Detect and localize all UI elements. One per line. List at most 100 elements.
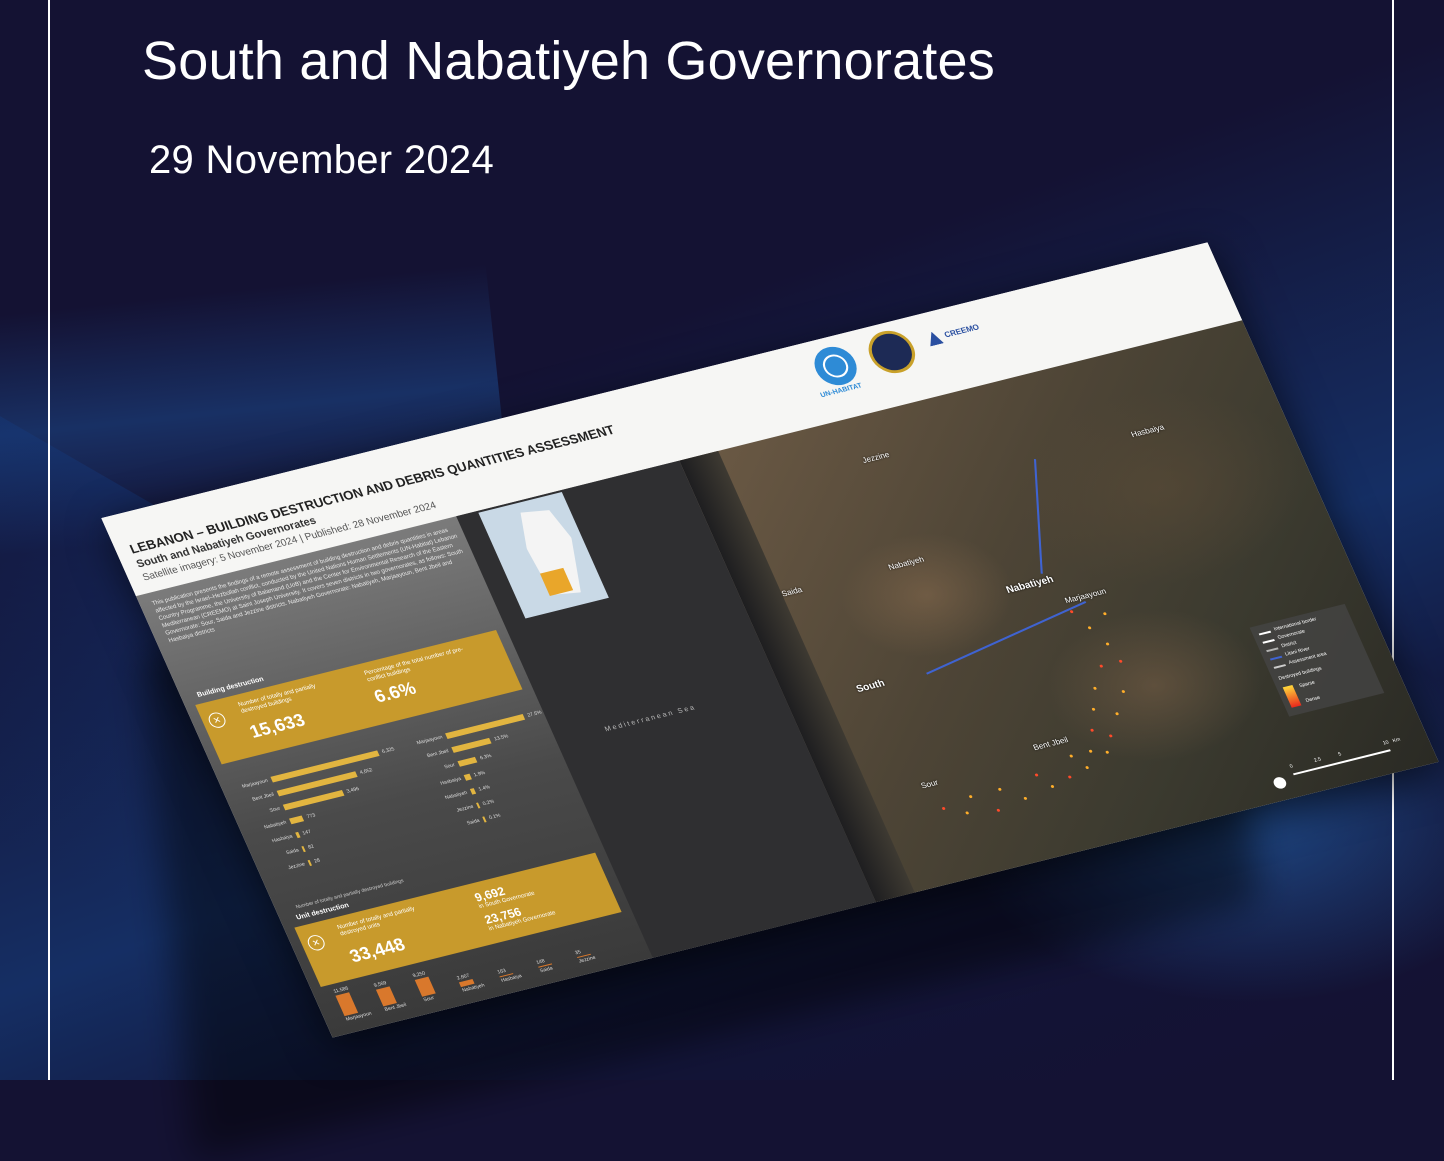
scale-unit: Km — [1391, 736, 1402, 745]
district-label-jezzine: Jezzine — [860, 450, 891, 465]
pct-district-label: Saida — [465, 817, 481, 827]
hotspot-marker — [941, 806, 946, 811]
hotspot-marker — [1091, 707, 1096, 712]
un-habitat-logo: UN-HABITAT — [807, 342, 864, 399]
building-district-label: Marjaayoun — [241, 777, 269, 790]
frame-line-left — [48, 0, 50, 1080]
cover-title: South and Nabatiyeh Governorates — [142, 31, 995, 91]
unit-district-label: Saida — [539, 965, 554, 975]
building-district-label: Nabatiyeh — [263, 819, 288, 831]
legend-district: District — [1280, 639, 1298, 650]
legend-dense: Dense — [1304, 694, 1322, 704]
cover-date: 29 November 2024 — [149, 138, 495, 182]
litani-river — [926, 600, 1087, 675]
hotspot-marker — [1088, 749, 1093, 753]
legend-swatch-border — [1258, 630, 1272, 636]
pct-district-label: Hasbaiya — [439, 776, 463, 787]
hotspot-marker — [1087, 626, 1092, 630]
hotspot-marker — [1085, 765, 1090, 770]
building-district-value: 147 — [301, 828, 313, 837]
frame-line-right — [1392, 0, 1394, 1080]
building-district-value: 773 — [305, 812, 317, 821]
university-of-balamand-logo — [861, 326, 923, 378]
building-district-value: 3,496 — [345, 786, 361, 795]
pct-district-bar — [445, 714, 526, 739]
creemo-mark-icon — [925, 330, 944, 346]
creemo-label: CREEMO — [942, 322, 981, 340]
hotspot-marker — [1118, 659, 1123, 664]
legend-density-gradient — [1282, 684, 1302, 708]
pct-district-value: 27.5% — [526, 709, 543, 719]
unit-district-column — [375, 986, 397, 1007]
hotspot-marker — [1023, 796, 1028, 801]
building-pct-label: Percentage of the total number of pre-co… — [363, 646, 465, 684]
hotspot-marker — [1105, 642, 1110, 646]
pct-district-bar — [476, 802, 481, 809]
building-district-bar — [301, 846, 306, 853]
north-arrow-icon — [1271, 775, 1289, 790]
pct-district-value: 1.4% — [477, 784, 492, 793]
governorate-label-south: South — [854, 678, 887, 696]
map-legend: International border Governorate Distric… — [1249, 603, 1385, 717]
pct-district-bar — [457, 756, 478, 767]
unit-district-column — [335, 992, 359, 1017]
legend-swatch-governorate — [1262, 639, 1275, 644]
pct-district-value: 6.3% — [479, 753, 493, 762]
unit-count-label: Number of totally and partially destroye… — [336, 906, 416, 938]
building-district-bar — [307, 859, 312, 866]
creemo-logo: CREEMO — [925, 317, 1001, 352]
hotspot-marker — [1034, 773, 1039, 777]
hotspot-marker — [1069, 609, 1074, 614]
pct-district-bar — [451, 737, 492, 753]
pct-district-label: Jezzine — [455, 803, 475, 814]
building-destruction-label: Building destruction — [196, 675, 266, 699]
legend-swatch-assessment — [1273, 664, 1287, 669]
pct-district-label: Sour — [443, 762, 457, 771]
pct-district-bar — [469, 788, 477, 795]
building-district-label: Hasbaiya — [271, 833, 294, 845]
district-label-hasbaiya: Hasbaiya — [1129, 422, 1166, 440]
scale-tick-1: 2.5 — [1313, 756, 1323, 764]
hotspot-marker — [965, 811, 970, 815]
hotspot-marker — [1092, 686, 1098, 691]
scale-line — [1292, 749, 1391, 776]
hotspot-marker — [1050, 784, 1055, 789]
building-pct-value: 6.6% — [370, 678, 420, 707]
building-district-label: Jezzine — [287, 861, 307, 872]
building-district-value: 4,652 — [358, 767, 374, 776]
scale-tick-2: 5 — [1337, 751, 1343, 758]
litani-river-upper — [1033, 459, 1043, 574]
pct-district-label: Nabatiyeh — [444, 790, 469, 802]
unit-district-label: Sour — [422, 995, 436, 1004]
legend-swatch-river — [1269, 655, 1283, 661]
hotspot-marker — [1102, 611, 1107, 616]
building-district-value: 28 — [313, 857, 322, 865]
building-district-label: Bent Jbeil — [251, 791, 276, 803]
hotspot-marker — [997, 787, 1002, 792]
pct-district-value: 0.1% — [488, 812, 502, 821]
pct-district-label: Bent Jbeil — [426, 748, 450, 760]
district-label-bent-jbeil: Bent Jbeil — [1031, 735, 1070, 753]
hotspot-marker — [1114, 711, 1120, 716]
governorate-label-nabatiyeh: Nabatiyeh — [1004, 574, 1056, 596]
destroyed-building-icon: ✕ — [206, 710, 229, 730]
un-habitat-label: UN-HABITAT — [819, 382, 864, 400]
destroyed-house-icon: ✕ — [305, 933, 328, 953]
hotspot-marker — [1067, 775, 1072, 779]
legend-sparse: Sparse — [1298, 679, 1317, 690]
hotspot-marker — [996, 808, 1001, 813]
district-label-nabatiyeh: Nabatiyeh — [886, 554, 926, 572]
building-count-value: 15,633 — [246, 709, 309, 742]
pct-district-value: 13.5% — [493, 733, 510, 743]
district-label-sour: Sour — [919, 777, 940, 791]
hotspot-marker — [1105, 750, 1110, 754]
building-district-label: Sour — [268, 805, 282, 814]
scale-tick-0: 0 — [1288, 763, 1295, 770]
building-district-label: Saida — [285, 847, 300, 857]
legend-swatch-district — [1266, 647, 1279, 653]
unit-count-value: 33,448 — [346, 934, 409, 967]
building-district-value: 6,325 — [381, 746, 396, 755]
hotspot-marker — [1121, 689, 1126, 694]
pct-district-bar — [463, 773, 472, 781]
building-district-bar — [288, 815, 305, 825]
